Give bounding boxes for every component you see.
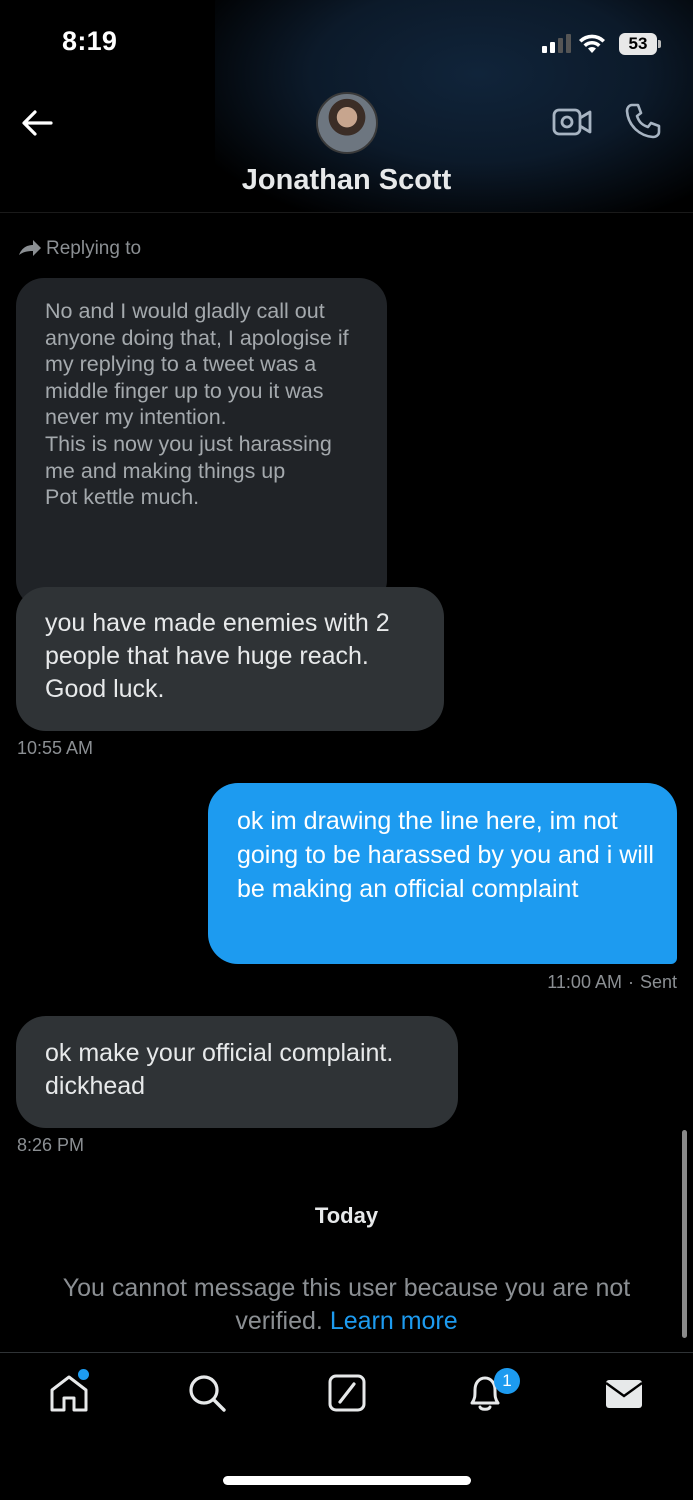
back-arrow-icon[interactable] <box>18 104 56 142</box>
reply-arrow-icon <box>19 240 41 256</box>
battery-indicator: 53 <box>619 33 657 55</box>
search-icon[interactable] <box>186 1372 228 1414</box>
conversation-title[interactable]: Jonathan Scott <box>0 164 693 197</box>
status-time: 8:19 <box>62 26 118 56</box>
signal-icon <box>542 34 571 53</box>
date-separator: Today <box>314 1203 379 1228</box>
nav-divider <box>0 1352 693 1353</box>
sent-message-meta: 11:00 AM · Sent <box>547 972 677 993</box>
message-timestamp: 10:55 AM <box>17 738 94 758</box>
home-indicator[interactable] <box>223 1476 471 1485</box>
header-divider <box>0 212 693 213</box>
message-timestamp: 11:00 AM <box>547 972 622 992</box>
wifi-icon <box>579 34 605 53</box>
mail-icon[interactable] <box>603 1372 645 1414</box>
replying-to-label: Replying to <box>46 238 142 259</box>
notification-badge: 1 <box>494 1368 520 1394</box>
video-call-icon[interactable] <box>552 104 592 140</box>
received-message[interactable]: ok make your official complaint. dickhea… <box>16 1016 458 1128</box>
received-message[interactable]: you have made enemies with 2 people that… <box>16 587 444 731</box>
message-timestamp: 8:26 PM <box>17 1135 85 1155</box>
grok-icon[interactable] <box>326 1372 368 1414</box>
replying-to-row: Replying to <box>18 238 141 260</box>
message-status: Sent <box>639 972 677 992</box>
quoted-message[interactable]: No and I would gladly call out anyone do… <box>16 278 387 608</box>
cannot-message-notice: You cannot message this user because you… <box>40 1272 653 1338</box>
avatar[interactable] <box>316 92 378 154</box>
learn-more-link[interactable]: Learn more <box>330 1307 458 1335</box>
phone-call-icon[interactable] <box>624 102 662 140</box>
sent-message[interactable]: ok im drawing the line here, im not goin… <box>208 783 677 964</box>
separator-dot: · <box>627 972 634 992</box>
battery-nub <box>658 40 661 48</box>
home-unread-dot <box>78 1369 89 1380</box>
scrollbar[interactable] <box>682 1130 687 1338</box>
